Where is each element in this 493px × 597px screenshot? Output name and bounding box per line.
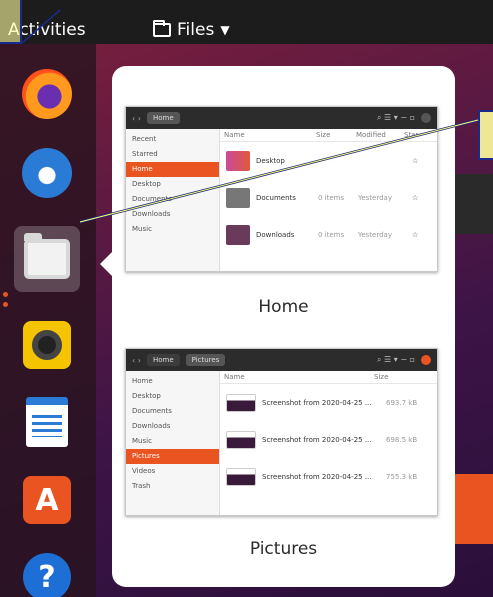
back-forward-icon: ‹ › [132,355,141,365]
folder-icon [226,224,250,245]
folder-icon [153,20,171,37]
file-size: 698.5 kB [386,435,418,444]
list-item: Desktop ☆ [220,142,437,179]
column-header: Name [224,373,245,381]
sidebar-item: Downloads [132,210,171,218]
window-headerbar: ‹ › Home ⌕ ☰ ▾ − ▫ [126,107,437,129]
column-header: Star [404,131,419,139]
dock-thunderbird[interactable] [14,140,80,206]
list-item: Screenshot from 2020-04-25 ... 755.3 kB [220,458,437,495]
file-name: Documents [256,193,296,202]
list-item: Screenshot from 2020-04-25 ... 698.5 kB [220,421,437,458]
image-thumbnail-icon [226,467,256,486]
dock-help[interactable]: ? [14,544,80,597]
sidebar-item: Music [132,437,152,445]
dock-firefox[interactable] [14,61,80,127]
sidebar-item: Documents [132,407,172,415]
writer-icon [26,397,68,447]
sidebar-item-selected: Pictures [126,449,219,464]
column-header: Size [316,131,331,139]
dock: A ? [0,44,96,597]
back-forward-icon: ‹ › [132,113,141,123]
sidebar-item: Desktop [132,392,161,400]
file-modified: Yesterday [358,230,392,239]
window-caption: Home [258,297,309,317]
caret-down-icon: ▼ [220,23,230,37]
window-headerbar: ‹ › Home Pictures ⌕ ☰ ▾ − ▫ [126,349,437,371]
path-segment: Home [146,112,180,124]
sidebar-item: Recent [132,135,157,143]
file-size: 693.7 kB [386,398,418,407]
dock-rhythmbox[interactable] [14,312,80,378]
file-name: Downloads [256,230,295,239]
sidebar: Home Desktop Documents Downloads Music P… [126,371,220,515]
firefox-icon [22,69,72,119]
window-thumbnail-home[interactable]: ‹ › Home ⌕ ☰ ▾ − ▫ Recent Starred Home D… [125,106,438,272]
dock-files[interactable] [14,226,80,292]
file-name: Screenshot from 2020-04-25 ... [262,398,372,407]
software-icon: A [23,476,71,524]
column-header: Size [374,373,389,381]
sidebar-item: Desktop [132,180,161,188]
sidebar-item: Downloads [132,422,171,430]
sidebar-item: Documents [132,195,172,203]
sidebar-item: Music [132,225,152,233]
column-headers: Name Size Modified Star [220,129,437,142]
path-segment: Pictures [185,354,226,366]
sidebar-item-selected: Home [126,162,219,177]
list-item: Downloads 0 items Yesterday ☆ [220,216,437,253]
top-bar: Activities Files ▼ [0,0,493,44]
view-controls-icon: ⌕ ☰ ▾ − ▫ [377,355,415,364]
app-menu-button[interactable]: Files ▼ [153,20,230,40]
sidebar-item: Trash [132,482,151,490]
column-headers: Name Size [220,371,437,384]
folder-icon [226,150,250,171]
view-controls-icon: ⌕ ☰ ▾ − ▫ [377,113,415,122]
file-list: Name Size Modified Star Desktop ☆ Docume… [220,129,437,271]
app-menu-label: Files [177,20,215,40]
window-thumbnail-pictures[interactable]: ‹ › Home Pictures ⌕ ☰ ▾ − ▫ Home Desktop… [125,348,438,516]
sidebar-item: Starred [132,150,158,158]
sidebar-item: Home [132,377,153,385]
dock-software[interactable]: A [14,467,80,533]
file-size: 0 items [318,193,345,202]
star-icon: ☆ [412,156,419,165]
annotation-callout [0,0,22,44]
star-icon: ☆ [412,230,419,239]
window-switcher: ‹ › Home ⌕ ☰ ▾ − ▫ Recent Starred Home D… [100,66,455,587]
file-list: Name Size Screenshot from 2020-04-25 ...… [220,371,437,515]
path-segment: Home [146,354,180,366]
dock-writer[interactable] [14,389,80,455]
annotation-callout [478,110,493,160]
window-caption: Pictures [249,539,318,559]
folder-icon [226,187,250,208]
close-icon [421,355,431,365]
running-indicator [3,292,9,312]
close-icon [421,113,431,123]
file-name: Desktop [256,156,285,165]
rhythmbox-icon [23,321,71,369]
file-size: 755.3 kB [386,472,418,481]
file-modified: Yesterday [358,193,392,202]
file-name: Screenshot from 2020-04-25 ... [262,435,372,444]
list-item: Documents 0 items Yesterday ☆ [220,179,437,216]
image-thumbnail-icon [226,430,256,449]
thunderbird-icon [22,148,72,198]
help-icon: ? [23,553,71,597]
sidebar: Recent Starred Home Desktop Documents Do… [126,129,220,271]
file-name: Screenshot from 2020-04-25 ... [262,472,372,481]
star-icon: ☆ [412,193,419,202]
column-header: Name [224,131,245,139]
files-icon [24,233,70,279]
column-header: Modified [356,131,386,139]
sidebar-item: Videos [132,467,156,475]
image-thumbnail-icon [226,393,256,412]
list-item: Screenshot from 2020-04-25 ... 693.7 kB [220,384,437,421]
file-size: 0 items [318,230,345,239]
